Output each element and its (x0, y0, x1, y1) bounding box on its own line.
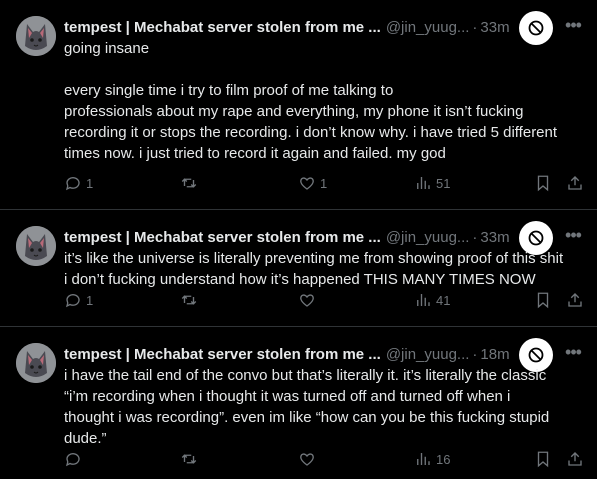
tweet[interactable]: tempest | Mechabat server stolen from me… (0, 0, 597, 210)
bookmark-button[interactable] (534, 447, 552, 471)
tweet-text: it’s like the universe is literally prev… (64, 250, 564, 288)
share-button[interactable] (566, 447, 584, 471)
reply-button[interactable]: 1 (64, 171, 93, 195)
views-chart-icon (417, 453, 430, 465)
tweet-actions: 16 (64, 447, 585, 471)
reply-icon (65, 453, 80, 467)
tweet-text: going insane every single time i try to … (64, 40, 558, 162)
timestamp[interactable]: 33m (480, 19, 509, 36)
user-handle[interactable]: @jin_yuug... (386, 346, 470, 363)
bookmark-icon (537, 292, 549, 309)
retweet-icon (181, 178, 197, 188)
more-options-icon[interactable]: ••• (562, 226, 584, 248)
avatar[interactable] (16, 226, 56, 266)
display-name[interactable]: tempest | Mechabat server stolen from me… (64, 346, 381, 363)
share-icon (568, 176, 582, 190)
retweet-button[interactable] (180, 447, 202, 471)
like-button[interactable]: 1 (298, 171, 327, 195)
heart-icon (300, 294, 314, 307)
more-options-icon[interactable]: ••• (562, 16, 584, 38)
tweet-header: tempest | Mechabat server stolen from me… (64, 18, 549, 38)
more-options-icon[interactable]: ••• (562, 343, 584, 365)
share-icon (568, 452, 582, 466)
reply-button[interactable]: 1 (64, 288, 93, 312)
tweet[interactable]: tempest | Mechabat server stolen from me… (0, 210, 597, 327)
share-button[interactable] (566, 288, 584, 312)
bookmark-icon (537, 175, 549, 192)
views-count: 51 (436, 175, 451, 191)
bookmark-icon (537, 451, 549, 468)
tweet-actions: 1 1 51 (64, 171, 585, 195)
separator-dot: · (472, 229, 478, 246)
like-count: 1 (320, 175, 328, 191)
avatar[interactable] (16, 16, 56, 56)
tweet-actions: 1 41 (64, 288, 585, 312)
reply-icon (65, 294, 80, 308)
views-chart-icon (417, 177, 430, 189)
bat-avatar-icon (16, 16, 56, 56)
block-icon (528, 347, 544, 363)
retweet-button[interactable] (180, 288, 202, 312)
reply-count: 1 (86, 292, 94, 308)
reply-button[interactable] (64, 447, 86, 471)
block-icon (528, 230, 544, 246)
reply-count: 1 (86, 175, 94, 191)
separator-dot: · (472, 346, 478, 363)
views-count: 16 (436, 451, 451, 467)
bookmark-button[interactable] (534, 288, 552, 312)
tweet-header: tempest | Mechabat server stolen from me… (64, 228, 549, 248)
heart-icon (300, 177, 314, 190)
display-name[interactable]: tempest | Mechabat server stolen from me… (64, 229, 381, 246)
retweet-button[interactable] (180, 171, 202, 195)
user-handle[interactable]: @jin_yuug... (386, 19, 470, 36)
reply-icon (65, 177, 80, 191)
views-chart-icon (417, 294, 430, 306)
views-button[interactable]: 16 (414, 447, 450, 471)
retweet-icon (181, 295, 197, 305)
retweet-icon (181, 454, 197, 464)
user-handle[interactable]: @jin_yuug... (386, 229, 470, 246)
views-button[interactable]: 41 (414, 288, 450, 312)
separator-dot: · (472, 19, 478, 36)
block-icon (528, 20, 544, 36)
bat-avatar-icon (16, 343, 56, 383)
share-icon (568, 293, 582, 307)
views-button[interactable]: 51 (414, 171, 450, 195)
bat-avatar-icon (16, 226, 56, 266)
timestamp[interactable]: 18m (480, 346, 509, 363)
display-name[interactable]: tempest | Mechabat server stolen from me… (64, 19, 381, 36)
like-button[interactable] (298, 447, 320, 471)
tweet-header: tempest | Mechabat server stolen from me… (64, 345, 549, 365)
timestamp[interactable]: 33m (480, 229, 509, 246)
tweet[interactable]: tempest | Mechabat server stolen from me… (0, 327, 597, 479)
bookmark-button[interactable] (534, 171, 552, 195)
share-button[interactable] (566, 171, 584, 195)
like-button[interactable] (298, 288, 320, 312)
views-count: 41 (436, 292, 451, 308)
tweet-text: i have the tail end of the convo but tha… (64, 367, 550, 447)
avatar[interactable] (16, 343, 56, 383)
heart-icon (300, 453, 314, 466)
